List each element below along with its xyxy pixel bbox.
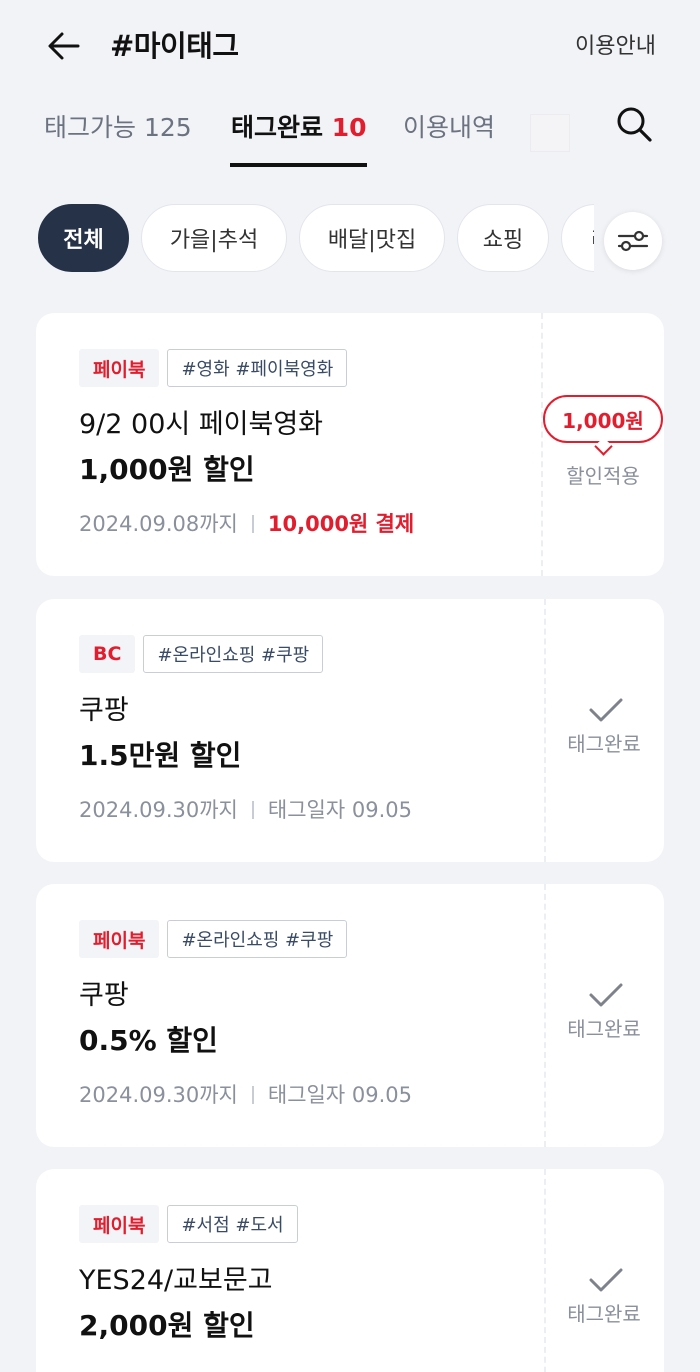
check-icon bbox=[589, 983, 623, 1007]
chip-all[interactable]: 전체 bbox=[38, 204, 129, 272]
discount-amount-bubble: 1,000원 bbox=[543, 395, 663, 443]
card-badges: 페이북 #온라인쇼핑 #쿠팡 bbox=[79, 920, 348, 958]
chip-shopping[interactable]: 쇼핑 bbox=[457, 204, 549, 272]
tag-date: 태그일자 09.05 bbox=[267, 798, 412, 822]
tab-thumbnail-image bbox=[530, 114, 570, 152]
brand-badge: 페이북 bbox=[79, 920, 160, 958]
card-badges: 페이북 #서점 #도서 bbox=[79, 1205, 298, 1243]
chip-scroll-area[interactable]: 전체 가을|추석 배달|맛집 쇼핑 리 bbox=[38, 204, 594, 274]
arrow-left-icon bbox=[48, 32, 80, 60]
merchant-name: YES24/교보문고 bbox=[79, 1265, 273, 1296]
tab-label: 태그가능 bbox=[44, 113, 137, 142]
tab-available[interactable]: 태그가능 125 bbox=[44, 108, 192, 148]
benefit-text: 2,000원 할인 bbox=[79, 1309, 255, 1342]
tag-complete-label: 태그완료 bbox=[567, 1302, 641, 1326]
chip-more[interactable]: 리 bbox=[561, 204, 594, 272]
search-icon bbox=[617, 107, 652, 142]
meta-separator bbox=[251, 1086, 254, 1104]
merchant-name: 9/2 00시 페이북영화 bbox=[79, 409, 324, 440]
benefit-card[interactable]: 페이북 #영화 #페이북영화 9/2 00시 페이북영화 1,000원 할인 2… bbox=[36, 313, 664, 576]
chip-autumn-chuseok[interactable]: 가을|추석 bbox=[141, 204, 287, 272]
expiry-date: 2024.09.30까지 bbox=[79, 798, 238, 822]
benefit-text: 0.5% 할인 bbox=[79, 1024, 218, 1057]
card-divider bbox=[544, 1169, 546, 1372]
card-meta: 2024.09.30까지 태그일자 09.05 bbox=[79, 794, 412, 826]
card-badges: BC #온라인쇼핑 #쿠팡 bbox=[79, 635, 324, 673]
brand-badge: 페이북 bbox=[79, 1205, 160, 1243]
tag-complete-label: 태그완료 bbox=[567, 732, 641, 756]
header: #마이태그 이용안내 bbox=[0, 0, 700, 92]
check-icon bbox=[589, 1268, 623, 1292]
benefit-card[interactable]: 페이북 #온라인쇼핑 #쿠팡 쿠팡 0.5% 할인 2024.09.30까지 태… bbox=[36, 884, 664, 1147]
card-divider bbox=[541, 313, 543, 576]
meta-separator bbox=[251, 515, 254, 533]
tab-count: 10 bbox=[331, 113, 367, 142]
tab-bar: 태그가능 125 태그완료 10 이용내역 bbox=[0, 100, 700, 170]
tag-badge: #영화 #페이북영화 bbox=[167, 349, 348, 387]
tab-completed[interactable]: 태그완료 10 bbox=[231, 108, 367, 148]
benefit-text: 1.5만원 할인 bbox=[79, 739, 242, 772]
chip-delivery-food[interactable]: 배달|맛집 bbox=[299, 204, 445, 272]
tab-count: 125 bbox=[143, 113, 192, 142]
tag-badge: #서점 #도서 bbox=[167, 1205, 298, 1243]
tag-badge: #온라인쇼핑 #쿠팡 bbox=[167, 920, 348, 958]
merchant-name: 쿠팡 bbox=[79, 980, 129, 1011]
expiry-date: 2024.09.30까지 bbox=[79, 1083, 238, 1107]
merchant-name: 쿠팡 bbox=[79, 695, 129, 726]
guide-link[interactable]: 이용안내 bbox=[575, 30, 656, 64]
discount-applied-label: 할인적용 bbox=[566, 464, 640, 488]
search-button[interactable] bbox=[614, 104, 654, 144]
category-chips: 전체 가을|추석 배달|맛집 쇼핑 리 bbox=[0, 204, 700, 274]
benefit-text: 1,000원 할인 bbox=[79, 453, 255, 486]
meta-separator bbox=[251, 801, 254, 819]
brand-badge: BC bbox=[79, 635, 136, 673]
expiry-date: 2024.09.08까지 bbox=[79, 512, 238, 536]
check-icon bbox=[589, 698, 623, 722]
tag-complete-label: 태그완료 bbox=[567, 1017, 641, 1041]
filter-button[interactable] bbox=[604, 212, 662, 270]
page-title: #마이태그 bbox=[110, 29, 239, 63]
tab-history[interactable]: 이용내역 bbox=[403, 108, 495, 148]
tab-label: 태그완료 bbox=[231, 113, 324, 142]
tag-date: 태그일자 09.05 bbox=[267, 1083, 412, 1107]
active-tab-indicator bbox=[230, 163, 367, 167]
benefit-card[interactable]: BC #온라인쇼핑 #쿠팡 쿠팡 1.5만원 할인 2024.09.30까지 태… bbox=[36, 599, 664, 862]
card-meta: 2024.09.08까지 10,000원 결제 bbox=[79, 508, 414, 540]
tab-label: 이용내역 bbox=[403, 113, 496, 142]
card-badges: 페이북 #영화 #페이북영화 bbox=[79, 349, 348, 387]
brand-badge: 페이북 bbox=[79, 349, 160, 387]
payment-condition: 10,000원 결제 bbox=[267, 512, 415, 536]
sliders-icon bbox=[617, 230, 649, 252]
back-button[interactable] bbox=[44, 26, 84, 66]
tag-badge: #온라인쇼핑 #쿠팡 bbox=[143, 635, 324, 673]
card-meta: 2024.09.30까지 태그일자 09.05 bbox=[79, 1079, 412, 1111]
benefit-card[interactable]: 페이북 #서점 #도서 YES24/교보문고 2,000원 할인 태그완료 bbox=[36, 1169, 664, 1372]
